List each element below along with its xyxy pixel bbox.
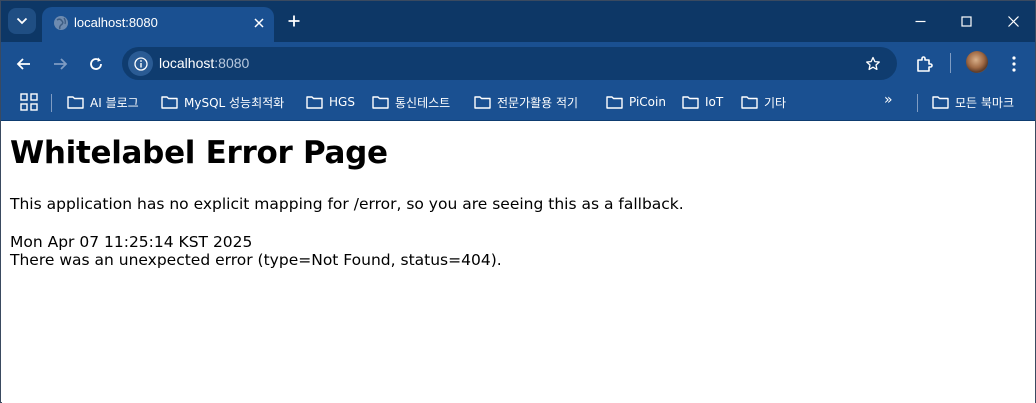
toolbar-divider	[950, 53, 951, 73]
folder-icon	[67, 96, 84, 109]
tab-active[interactable]: localhost:8080	[42, 7, 274, 42]
error-details: Mon Apr 07 11:25:14 KST 2025 There was a…	[10, 233, 502, 269]
address-bar[interactable]: localhost:8080	[122, 47, 897, 80]
close-icon	[1007, 15, 1019, 27]
folder-icon	[474, 96, 491, 109]
error-message: This application has no explicit mapping…	[10, 195, 684, 213]
bookmark-folder-hgs[interactable]: HGS	[306, 91, 355, 113]
minimize-icon	[915, 20, 925, 22]
error-timestamp: Mon Apr 07 11:25:14 KST 2025	[10, 233, 253, 251]
toolbar: localhost:8080	[1, 42, 1035, 86]
url-text[interactable]: localhost:8080	[159, 55, 249, 71]
folder-icon	[161, 96, 178, 109]
plus-icon	[288, 15, 300, 27]
maximize-button[interactable]	[949, 7, 983, 35]
tab-search-button[interactable]	[8, 8, 36, 34]
menu-button[interactable]	[1001, 52, 1027, 76]
bookmark-label: PiCoin	[629, 95, 666, 109]
folder-icon	[306, 96, 323, 109]
page-title: Whitelabel Error Page	[10, 135, 388, 171]
puzzle-icon	[917, 56, 933, 72]
maximize-icon	[960, 15, 972, 27]
bookmarks-bar: AI 블로그 MySQL 성능최적화 HGS 통신테스트 전문가활용 적기 Pi…	[1, 86, 1035, 121]
error-status: There was an unexpected error (type=Not …	[10, 251, 502, 269]
arrow-left-icon	[16, 58, 30, 70]
all-bookmarks-folder[interactable]: 모든 북마크	[932, 91, 1014, 113]
bookmark-folder-etc[interactable]: 기타	[741, 91, 786, 113]
bookmark-folder-mysql[interactable]: MySQL 성능최적화	[161, 91, 284, 113]
bookmark-label: AI 블로그	[90, 95, 139, 110]
close-icon	[254, 18, 264, 28]
bookmark-label: 통신테스트	[395, 95, 451, 110]
arrow-right-icon	[54, 58, 68, 70]
more-vertical-icon	[1012, 56, 1016, 72]
browser-window: localhost:8080 localhost:8080 AI 블로그 MyS…	[0, 0, 1036, 403]
forward-button[interactable]	[47, 52, 73, 76]
folder-icon	[606, 96, 623, 109]
url-port: :8080	[214, 55, 250, 71]
folder-icon	[372, 96, 389, 109]
star-icon	[866, 56, 880, 71]
info-icon	[133, 56, 148, 71]
globe-icon	[54, 16, 68, 30]
bookmark-folder-picoin[interactable]: PiCoin	[606, 91, 666, 113]
bookmark-folder-comm-test[interactable]: 통신테스트	[372, 91, 450, 113]
reload-icon	[90, 57, 102, 70]
bookmarks-overflow-button[interactable]: »	[884, 92, 902, 112]
back-button[interactable]	[11, 52, 37, 76]
bookmark-folder-ai-blog[interactable]: AI 블로그	[67, 91, 139, 113]
tab-close-button[interactable]	[250, 14, 268, 32]
close-window-button[interactable]	[996, 7, 1030, 35]
apps-grid-icon[interactable]	[20, 93, 38, 111]
bookmarks-divider	[51, 94, 52, 112]
tab-strip: localhost:8080	[1, 1, 1035, 42]
all-bookmarks-label: 모든 북마크	[955, 95, 1015, 110]
minimize-button[interactable]	[903, 7, 937, 35]
folder-icon	[682, 96, 699, 109]
new-tab-button[interactable]	[283, 10, 305, 32]
bookmark-label: MySQL 성능최적화	[184, 95, 285, 110]
site-info-button[interactable]	[128, 51, 153, 76]
chevron-down-icon	[16, 17, 28, 25]
bookmark-label: 기타	[764, 95, 787, 110]
bookmark-star-button[interactable]	[863, 54, 883, 74]
bookmark-label: HGS	[329, 95, 355, 109]
bookmarks-divider	[917, 94, 918, 112]
profile-avatar[interactable]	[966, 51, 988, 73]
folder-icon	[741, 96, 758, 109]
page-content: Whitelabel Error Page This application h…	[2, 122, 1035, 403]
bookmark-label: IoT	[705, 95, 724, 109]
folder-icon	[932, 96, 949, 109]
url-host: localhost	[159, 55, 215, 71]
tab-title: localhost:8080	[74, 15, 158, 30]
bookmark-label: 전문가활용 적기	[497, 95, 579, 110]
bookmark-folder-iot[interactable]: IoT	[682, 91, 723, 113]
reload-button[interactable]	[83, 52, 109, 76]
extensions-button[interactable]	[911, 52, 937, 76]
bookmark-folder-expert[interactable]: 전문가활용 적기	[474, 91, 578, 113]
